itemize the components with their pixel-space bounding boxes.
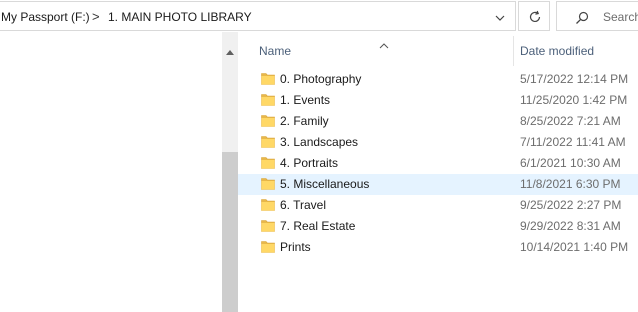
refresh-icon: [529, 10, 541, 23]
file-name: 4. Portraits: [280, 156, 339, 170]
search-icon: [576, 11, 589, 24]
breadcrumb-current-folder[interactable]: 1. MAIN PHOTO LIBRARY: [108, 10, 252, 24]
address-bar[interactable]: My Passport (F:) > 1. MAIN PHOTO LIBRARY: [0, 1, 516, 31]
scroll-thumb[interactable]: [222, 152, 238, 312]
folder-icon: [261, 198, 275, 216]
scroll-up-icon[interactable]: [226, 42, 234, 60]
file-date-modified: 5/17/2022 12:14 PM: [520, 72, 629, 86]
table-row[interactable]: 4. Portraits 6/1/2021 10:30 AM: [238, 153, 638, 174]
folder-icon: [261, 135, 275, 153]
table-row[interactable]: Prints 10/14/2021 1:40 PM: [238, 237, 638, 258]
file-date-modified: 9/25/2022 2:27 PM: [520, 198, 622, 212]
table-row[interactable]: 0. Photography 5/17/2022 12:14 PM: [238, 69, 638, 90]
sort-up-icon: [379, 36, 389, 54]
chevron-down-icon[interactable]: [493, 11, 507, 25]
folder-icon: [261, 93, 275, 111]
search-placeholder: Search: [603, 10, 638, 24]
file-explorer-window: My Passport (F:) > 1. MAIN PHOTO LIBRARY…: [0, 0, 638, 312]
file-date-modified: 9/29/2022 8:31 AM: [520, 219, 621, 233]
table-row[interactable]: 3. Landscapes 7/11/2022 11:41 AM: [238, 132, 638, 153]
file-date-modified: 10/14/2021 1:40 PM: [520, 240, 629, 254]
table-row[interactable]: 5. Miscellaneous 11/8/2021 6:30 PM: [238, 174, 638, 195]
folder-icon: [261, 240, 275, 258]
file-name: 3. Landscapes: [280, 135, 359, 149]
address-bar-row: My Passport (F:) > 1. MAIN PHOTO LIBRARY…: [0, 0, 638, 32]
refresh-button[interactable]: [518, 1, 550, 31]
file-name: Prints: [280, 240, 311, 254]
file-rows: 0. Photography 5/17/2022 12:14 PM 1. Event…: [238, 69, 638, 258]
breadcrumb-drive[interactable]: My Passport (F:): [1, 10, 90, 24]
table-row[interactable]: 7. Real Estate 9/29/2022 8:31 AM: [238, 216, 638, 237]
file-name: 7. Real Estate: [280, 219, 356, 233]
table-row[interactable]: 2. Family 8/25/2022 7:21 AM: [238, 111, 638, 132]
file-name: 2. Family: [280, 114, 329, 128]
table-row[interactable]: 6. Travel 9/25/2022 2:27 PM: [238, 195, 638, 216]
folder-icon: [261, 72, 275, 90]
search-input[interactable]: Search: [556, 1, 638, 31]
file-date-modified: 7/11/2022 11:41 AM: [520, 135, 626, 149]
table-row[interactable]: 1. Events 11/25/2020 1:42 PM: [238, 90, 638, 111]
folder-icon: [261, 156, 275, 174]
breadcrumb-separator[interactable]: >: [92, 9, 100, 24]
nav-scrollbar[interactable]: [222, 32, 238, 312]
column-header-name[interactable]: Name: [259, 44, 291, 58]
file-date-modified: 6/1/2021 10:30 AM: [520, 156, 621, 170]
file-date-modified: 11/8/2021 6:30 PM: [520, 177, 621, 191]
folder-icon: [261, 177, 275, 195]
file-name: 1. Events: [280, 93, 331, 107]
file-date-modified: 11/25/2020 1:42 PM: [520, 93, 628, 107]
folder-icon: [261, 114, 275, 132]
folder-icon: [261, 219, 275, 237]
file-name: 6. Travel: [280, 198, 327, 212]
column-divider[interactable]: [513, 36, 514, 66]
file-name: 0. Photography: [280, 72, 362, 86]
file-date-modified: 8/25/2022 7:21 AM: [520, 114, 621, 128]
file-name: 5. Miscellaneous: [280, 177, 370, 191]
column-header-date-modified[interactable]: Date modified: [520, 44, 594, 58]
navigation-pane[interactable]: [0, 32, 222, 312]
file-list: Name Date modified 0. Photography 5/17/20…: [238, 32, 638, 312]
